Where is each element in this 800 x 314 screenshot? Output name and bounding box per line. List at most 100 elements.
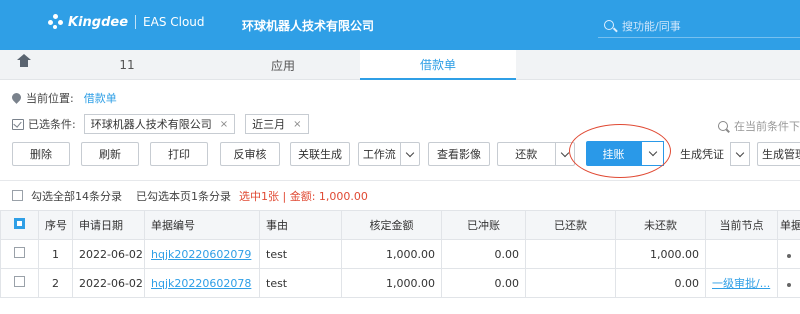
close-icon[interactable]: × — [220, 119, 228, 130]
top-header: Kingdee EAS Cloud 环球机器人技术有限公司 — [0, 0, 800, 50]
hang-account-split-button[interactable]: 挂账 — [586, 141, 664, 166]
row-checkbox-cell[interactable] — [0, 239, 39, 269]
product-name: EAS Cloud — [143, 15, 205, 29]
condition-search-placeholder: 在当前条件下 — [734, 120, 800, 133]
document-number-link[interactable]: hqjk20220602079 — [151, 248, 251, 261]
location-label: 当前位置: — [26, 92, 74, 105]
document-number-link[interactable]: hqjk20220602078 — [151, 277, 251, 290]
generate-voucher-label: 生成凭证 — [680, 148, 724, 161]
check-all-checkbox[interactable] — [12, 190, 23, 201]
cell-repaid — [525, 239, 616, 269]
repay-label: 还款 — [515, 148, 538, 161]
column-header[interactable]: 单据编号 — [144, 210, 260, 240]
page-selected-label: 已勾选本页1条分录 — [136, 189, 231, 203]
workflow-dropdown[interactable]: 工作流 — [358, 142, 420, 166]
cell-node — [705, 239, 778, 269]
cell-number-link[interactable]: hqjk20220602079 — [144, 239, 260, 269]
loan-table: 序号 申请日期 单据编号 事由 核定金额 已冲账 已还款 未还款 当前节点 单据… — [0, 210, 800, 298]
brand-name: Kingdee — [68, 14, 129, 30]
cell-no: 1 — [38, 239, 73, 269]
cell-number-link[interactable]: hqjk20220602078 — [144, 268, 260, 298]
kingdee-logo[interactable]: Kingdee EAS Cloud — [48, 14, 205, 30]
row-checkbox[interactable] — [14, 247, 25, 258]
global-search — [598, 14, 800, 38]
home-icon — [17, 54, 31, 71]
kingdee-logo-icon — [48, 14, 64, 30]
close-icon[interactable]: × — [293, 119, 301, 130]
selection-summary: 勾选全部14条分录 已勾选本页1条分录 选中1张 | 金额: 1,000.00 — [0, 180, 800, 210]
table-header-row: 序号 申请日期 单据编号 事由 核定金额 已冲账 已还款 未还款 当前节点 单据 — [0, 210, 800, 240]
repay-dropdown[interactable]: 还款 — [497, 142, 575, 166]
column-header[interactable]: 当前节点 — [705, 210, 778, 240]
cell-repaid — [525, 268, 616, 298]
column-header[interactable]: 申请日期 — [72, 210, 145, 240]
cell-date: 2022-06-02 — [72, 268, 145, 298]
cell-unpaid: 0.00 — [615, 268, 706, 298]
tab-11[interactable]: 11 — [48, 50, 206, 80]
cell-more[interactable] — [777, 268, 800, 298]
header-select-all[interactable] — [0, 210, 39, 240]
selected-conditions: 已选条件: 环球机器人技术有限公司 × 近三月 × — [12, 114, 319, 134]
header-checkbox[interactable] — [14, 218, 25, 229]
generate-voucher-dropdown[interactable]: 生成凭证 — [674, 142, 750, 166]
cell-date: 2022-06-02 — [72, 239, 145, 269]
column-header[interactable]: 已还款 — [525, 210, 616, 240]
cell-more[interactable] — [777, 239, 800, 269]
hang-account-button[interactable]: 挂账 — [586, 141, 641, 166]
location-pin-icon — [12, 93, 21, 104]
cell-no: 2 — [38, 268, 73, 298]
cell-offset: 0.00 — [441, 239, 526, 269]
chevron-down-icon[interactable] — [641, 141, 664, 166]
table-row[interactable]: 1 2022-06-02 hqjk20220602079 test 1,000.… — [0, 239, 800, 269]
check-all-label[interactable]: 勾选全部14条分录 — [31, 188, 122, 204]
print-button[interactable]: 打印 — [150, 142, 208, 166]
cell-reason: test — [259, 268, 342, 298]
tab-bar: 11 应用 借款单 — [0, 50, 800, 80]
more-dot-icon[interactable] — [787, 282, 791, 287]
column-header[interactable]: 已冲账 — [441, 210, 526, 240]
more-dot-icon[interactable] — [787, 253, 791, 258]
table-row[interactable]: 2 2022-06-02 hqjk20220602078 test 1,000.… — [0, 268, 800, 298]
cell-unpaid: 1,000.00 — [615, 239, 706, 269]
conditions-label: 已选条件: — [28, 118, 76, 131]
generate-manage-button[interactable]: 生成管理 — [757, 142, 800, 166]
cell-approved-amount: 1,000.00 — [341, 239, 442, 269]
workflow-label: 工作流 — [362, 148, 396, 161]
view-image-button[interactable]: 查看影像 — [428, 142, 490, 166]
search-icon — [718, 121, 728, 131]
refresh-button[interactable]: 刷新 — [81, 142, 139, 166]
cell-approved-amount: 1,000.00 — [341, 268, 442, 298]
tab-apps[interactable]: 应用 — [206, 50, 360, 80]
unaudit-button[interactable]: 反审核 — [220, 142, 280, 166]
cell-offset: 0.00 — [441, 268, 526, 298]
node-link[interactable]: 一级审批/... — [712, 277, 770, 290]
cell-reason: test — [259, 239, 342, 269]
condition-chip-company[interactable]: 环球机器人技术有限公司 × — [83, 114, 236, 134]
tab-loan-form[interactable]: 借款单 — [360, 50, 516, 80]
chip-label: 近三月 — [252, 118, 286, 131]
breadcrumb: 当前位置: 借款单 — [12, 90, 117, 106]
row-checkbox-cell[interactable] — [0, 268, 39, 298]
selected-amount-info: 选中1张 | 金额: 1,000.00 — [239, 189, 368, 203]
column-header[interactable]: 单据 — [777, 210, 800, 240]
chevron-down-icon[interactable] — [730, 142, 750, 166]
column-header[interactable]: 事由 — [259, 210, 342, 240]
row-checkbox[interactable] — [14, 276, 25, 287]
condition-chip-period[interactable]: 近三月 × — [245, 114, 309, 134]
column-header[interactable]: 未还款 — [615, 210, 706, 240]
chip-label: 环球机器人技术有限公司 — [90, 118, 212, 131]
delete-button[interactable]: 删除 — [12, 142, 70, 166]
cell-node: 一级审批/... — [705, 268, 778, 298]
global-search-input[interactable] — [622, 17, 792, 35]
chevron-down-icon[interactable] — [554, 143, 575, 165]
location-link[interactable]: 借款单 — [84, 90, 117, 106]
company-name[interactable]: 环球机器人技术有限公司 — [242, 17, 374, 34]
chevron-down-icon[interactable] — [399, 143, 419, 165]
link-generate-button[interactable]: 关联生成 — [290, 142, 350, 166]
condition-check-icon — [12, 118, 24, 130]
column-header[interactable]: 核定金额 — [341, 210, 442, 240]
column-header[interactable]: 序号 — [38, 210, 73, 240]
home-tab[interactable] — [0, 50, 48, 80]
search-icon[interactable] — [604, 20, 614, 30]
condition-search[interactable]: 在当前条件下 — [718, 118, 800, 134]
